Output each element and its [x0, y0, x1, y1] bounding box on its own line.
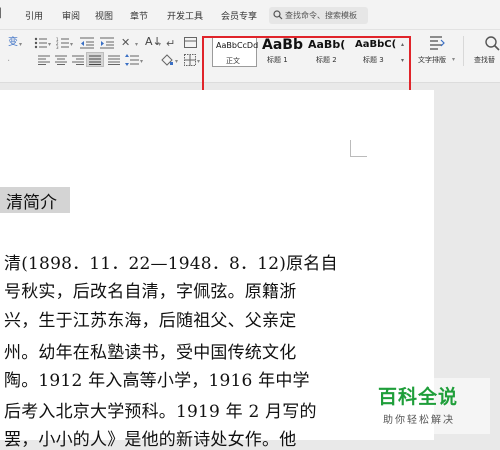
ribbon-tab-bar: ▏ 引用 审阅 视图 章节 开发工具 会员专享 查找命令、搜索模板 — [0, 0, 500, 30]
search-placeholder: 查找命令、搜索模板 — [285, 11, 357, 20]
body-line[interactable]: 州。幼年在私塾读书，受中国传统文化 — [4, 338, 296, 363]
borders-dropdown-icon[interactable]: ▾ — [197, 58, 200, 65]
align-right-icon[interactable] — [72, 55, 84, 65]
tab-developer-tools[interactable]: 开发工具 — [167, 9, 203, 22]
text-layout-dropdown-icon: ▾ — [452, 56, 456, 63]
align-center-icon[interactable] — [55, 55, 67, 65]
tab-view[interactable]: 视图 — [95, 9, 113, 22]
increase-indent-icon[interactable] — [100, 37, 114, 49]
numbered-list-dropdown-icon[interactable]: ▾ — [70, 41, 73, 48]
ribbon: ▏ 引用 审阅 视图 章节 开发工具 会员专享 查找命令、搜索模板 变 ▾ ▾ … — [0, 0, 500, 104]
tab-member-exclusive[interactable]: 会员专享 — [221, 9, 257, 22]
line-spacing-dropdown-icon[interactable]: ▾ — [140, 58, 143, 65]
svg-text:↵: ↵ — [166, 37, 175, 49]
tab-divider — [0, 29, 500, 30]
text-layout-label: 文字排版 — [418, 56, 446, 64]
watermark-logo: 百科全说 助你轻松解决 — [364, 378, 490, 434]
body-line[interactable]: 兴，生于江苏东海，后随祖父、父亲定 — [4, 306, 296, 331]
change-case-icon[interactable]: 变 — [8, 38, 18, 48]
change-case-dropdown-icon[interactable]: ▾ — [19, 41, 22, 48]
body-line[interactable]: 清(1898．11．22—1948．8．12)原名自 — [4, 249, 338, 274]
distributed-align-icon[interactable] — [108, 55, 120, 65]
body-line[interactable]: 号秋实，后改名自清，字佩弦。原籍浙 — [4, 277, 296, 302]
tab-references[interactable]: 引用 — [25, 9, 43, 22]
numbered-list-icon[interactable]: 123 — [56, 37, 70, 49]
bullet-list-icon[interactable] — [34, 37, 48, 49]
ribbon-separator — [463, 36, 464, 66]
show-hide-marks-icon[interactable]: ↵ — [166, 37, 176, 49]
chinese-layout-dropdown-icon[interactable]: ▾ — [135, 41, 138, 48]
shading-icon[interactable] — [160, 54, 174, 66]
document-heading-box[interactable]: 清简介 — [0, 187, 70, 213]
document-heading: 清简介 — [6, 193, 57, 213]
chinese-layout-icon[interactable]: ✕ — [121, 36, 135, 49]
text-layout-button[interactable]: 文字排版 ▾ — [416, 35, 458, 69]
justify-icon[interactable] — [89, 55, 101, 65]
command-search-box[interactable]: 查找命令、搜索模板 — [269, 7, 368, 24]
text-layout-icon — [430, 36, 445, 50]
page-corner-mark — [350, 140, 367, 157]
body-line[interactable]: 罢，小小的人》是他的新诗处女作。他 — [4, 425, 296, 450]
svg-text:3: 3 — [56, 45, 59, 49]
bullet-list-dropdown-icon[interactable]: ▾ — [48, 41, 51, 48]
table-border-icon[interactable] — [184, 37, 198, 49]
watermark-subtitle: 助你轻松解决 — [383, 415, 455, 426]
tab-chapter[interactable]: 章节 — [130, 9, 148, 22]
find-replace-label: 查找替 — [474, 56, 495, 64]
line-spacing-icon[interactable] — [125, 54, 139, 66]
align-left-icon[interactable] — [38, 55, 50, 65]
svg-text:✕: ✕ — [121, 36, 130, 49]
find-replace-icon — [485, 36, 500, 51]
body-line[interactable]: 后考入北京大学预科。1919 年 2 月写的 — [4, 397, 317, 422]
borders-icon[interactable] — [184, 54, 196, 66]
search-icon — [273, 10, 283, 20]
watermark-title: 百科全说 — [378, 386, 459, 408]
ribbon-left-ellipsis: · — [7, 56, 11, 67]
tab-review[interactable]: 审阅 — [62, 9, 80, 22]
sort-dropdown-icon[interactable]: ▾ — [158, 41, 161, 48]
body-line[interactable]: 陶。1912 年入高等小学，1916 年中学 — [4, 366, 310, 391]
tab-partial-left[interactable]: ▏ — [0, 9, 7, 19]
decrease-indent-icon[interactable] — [80, 37, 94, 49]
shading-dropdown-icon[interactable]: ▾ — [175, 58, 178, 65]
find-replace-button[interactable]: 查找替 — [470, 35, 500, 69]
